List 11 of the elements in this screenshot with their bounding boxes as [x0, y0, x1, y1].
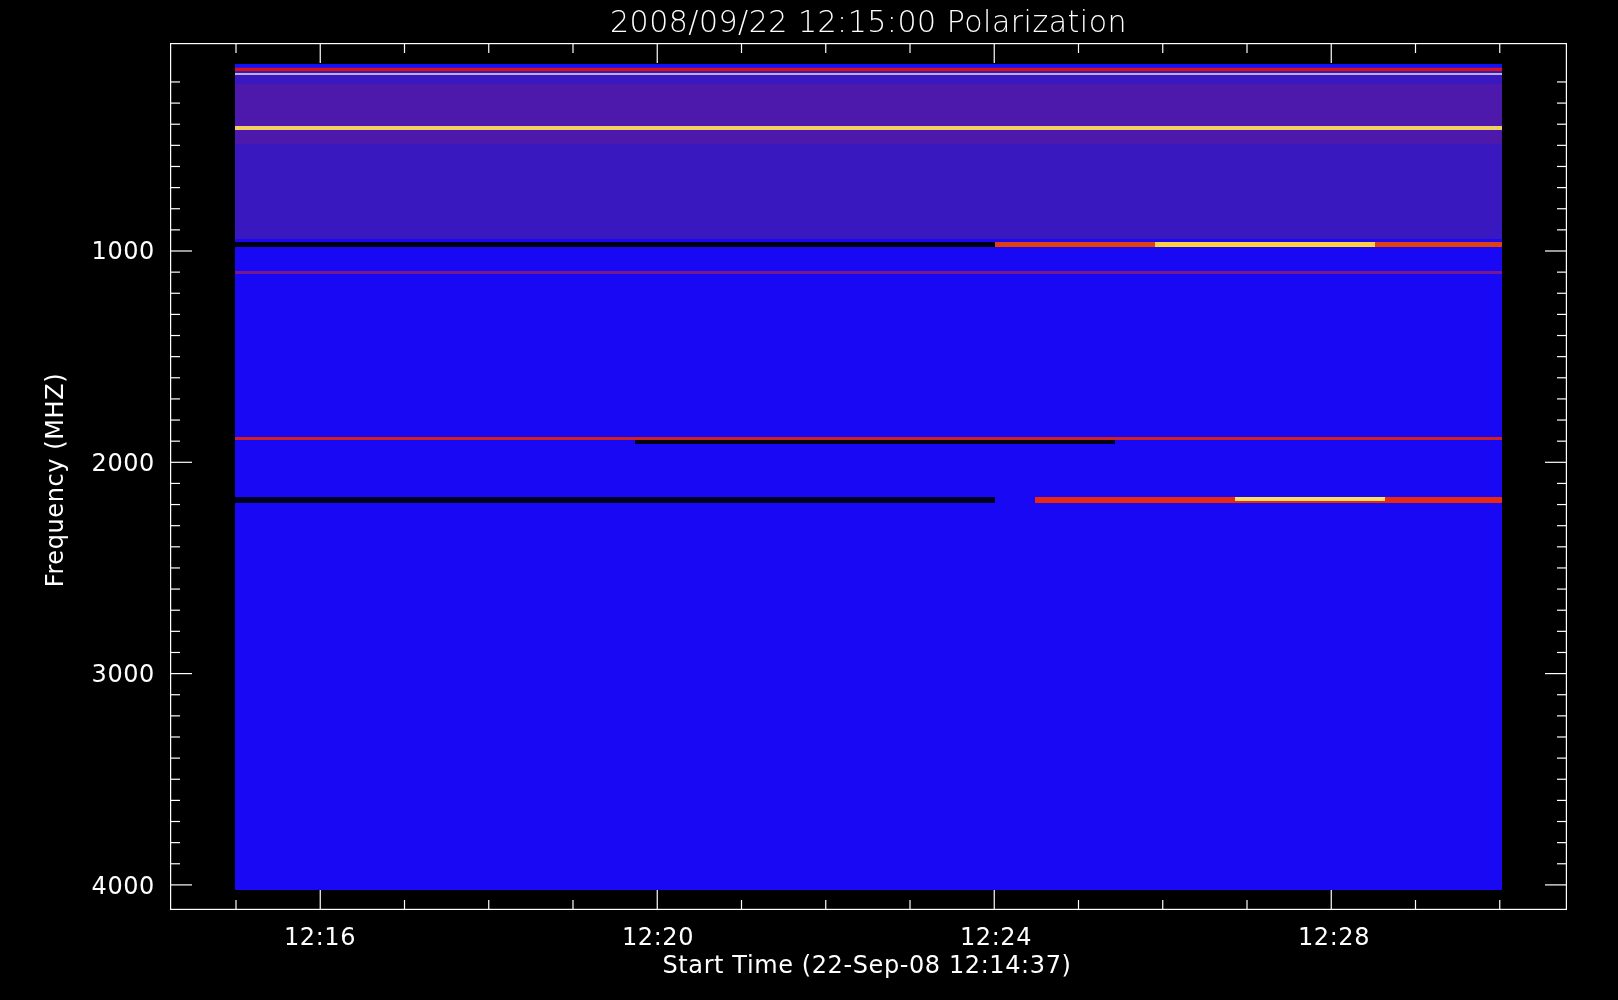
y-tick-label: 1000	[91, 237, 155, 265]
plot-title: 2008/09/22 12:15:00 Polarization	[609, 4, 1128, 39]
x-tick-label: 12:16	[283, 924, 357, 951]
x-tick-label: 12:20	[621, 924, 695, 951]
x-tick-label: 12:28	[1297, 924, 1371, 951]
x-axis-label: Start Time (22-Sep-08 12:14:37)	[662, 951, 1072, 979]
y-tick-label: 4000	[91, 872, 155, 899]
x-tick-label: 12:24	[959, 924, 1033, 951]
y-tick-label: 2000	[91, 449, 155, 476]
y-tick-label: 3000	[91, 660, 155, 688]
y-axis-label: Frequency (MHZ)	[41, 372, 69, 588]
